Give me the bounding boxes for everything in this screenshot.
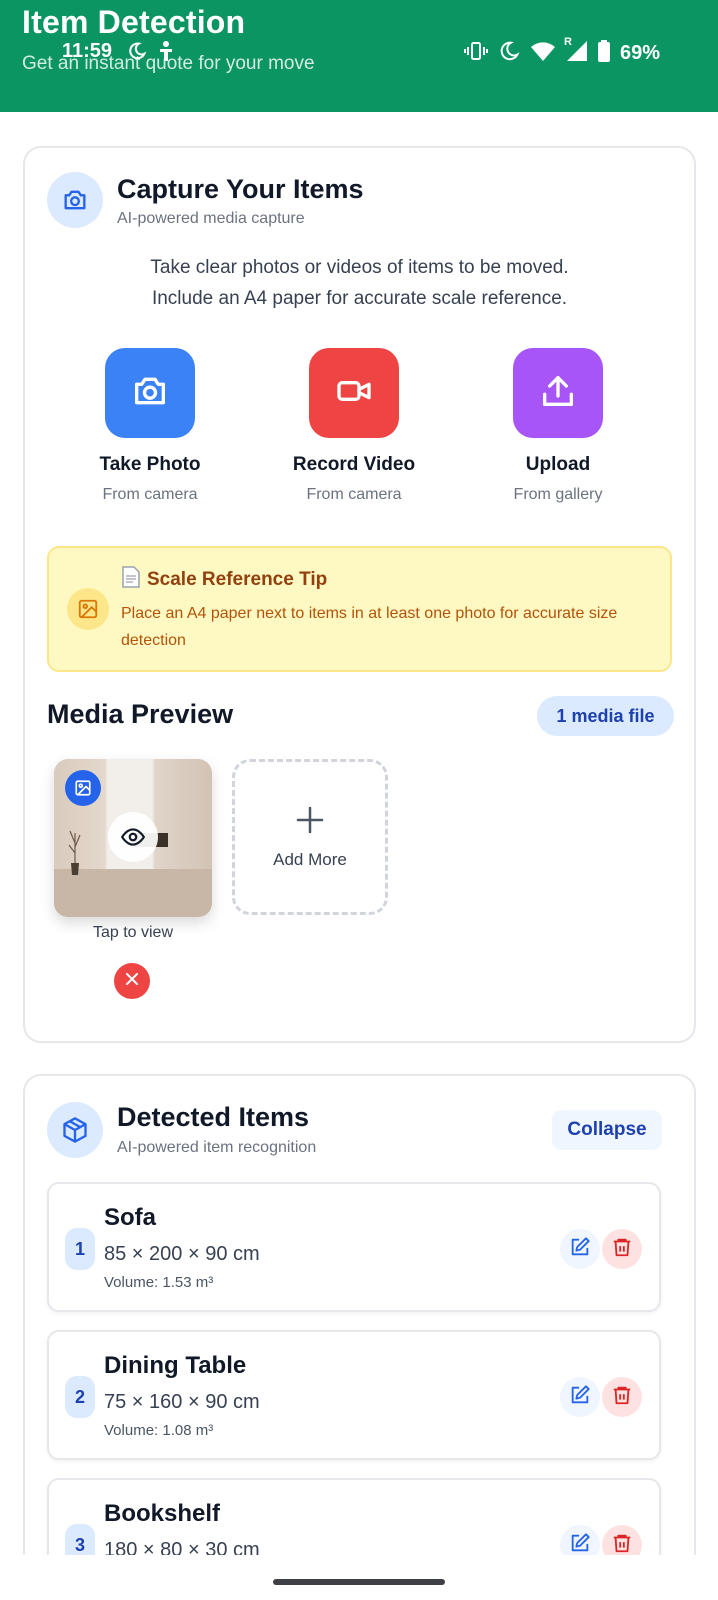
status-left-icons	[126, 40, 176, 67]
battery-percent: 69%	[619, 42, 660, 64]
image-icon	[67, 588, 109, 630]
tip-title-row: Scale Reference Tip	[121, 566, 327, 594]
delete-item-button[interactable]	[602, 1377, 642, 1417]
upload-sub: From gallery	[513, 486, 603, 503]
capture-subtitle: AI-powered media capture	[117, 210, 305, 227]
photo-type-icon	[65, 770, 101, 806]
item-name: Dining Table	[104, 1352, 247, 1379]
roaming-label: R	[563, 36, 572, 48]
item-volume: Volume: 1.08 m³	[104, 1422, 214, 1439]
capture-intro-line1: Take clear photos or videos of items to …	[150, 257, 569, 278]
capture-intro-line2: Include an A4 paper for accurate scale r…	[151, 288, 568, 309]
edit-icon	[569, 1384, 591, 1411]
record-video-action[interactable]: Record Video From camera	[274, 348, 434, 504]
trash-icon	[611, 1236, 633, 1263]
take-photo-action[interactable]: Take Photo From camera	[70, 348, 230, 504]
thumbnail-plant	[68, 830, 81, 875]
home-indicator[interactable]	[273, 1579, 445, 1585]
video-icon	[334, 371, 374, 416]
item-dimensions: 75 × 160 × 90 cm	[104, 1391, 260, 1413]
item-name: Sofa	[104, 1204, 157, 1231]
close-icon	[125, 972, 139, 991]
item-number: 1	[65, 1228, 95, 1270]
camera-icon	[130, 371, 170, 416]
tap-to-view-label: Tap to view	[92, 924, 174, 941]
add-more-button[interactable]: Add More	[232, 759, 388, 915]
box-section-icon	[47, 1102, 103, 1158]
detected-item[interactable]: 1 Sofa 85 × 200 × 90 cm Volume: 1.53 m³	[47, 1182, 661, 1312]
capture-card: Capture Your Items AI-powered media capt…	[23, 146, 696, 1043]
wifi-icon	[530, 40, 556, 67]
scale-tip: Scale Reference Tip Place an A4 paper ne…	[47, 546, 672, 672]
status-right: R 69%	[463, 36, 660, 67]
view-eye-icon[interactable]	[108, 812, 158, 862]
detected-items-card: Detected Items AI-powered item recogniti…	[23, 1074, 696, 1600]
status-time: 11:59	[62, 40, 113, 62]
remove-media-button[interactable]	[114, 963, 150, 999]
edit-icon	[569, 1236, 591, 1263]
upload-icon	[538, 371, 578, 416]
take-photo-sub: From camera	[102, 486, 198, 503]
page-title: Item Detection	[22, 4, 246, 40]
delete-item-button[interactable]	[602, 1229, 642, 1269]
record-video-sub: From camera	[306, 486, 402, 503]
item-volume: Volume: 1.53 m³	[104, 1274, 214, 1291]
take-photo-label: Take Photo	[99, 454, 201, 475]
upload-action[interactable]: Upload From gallery	[478, 348, 638, 504]
edit-item-button[interactable]	[560, 1229, 600, 1269]
do-not-disturb-icon	[498, 40, 520, 67]
tip-text: Place an A4 paper next to items in at le…	[121, 605, 618, 649]
add-more-label: Add More	[273, 849, 347, 869]
app-header: Item Detection Get an instant quote for …	[0, 0, 718, 112]
media-preview-title: Media Preview	[47, 699, 234, 729]
item-name: Bookshelf	[104, 1500, 221, 1527]
detected-item[interactable]: 2 Dining Table 75 × 160 × 90 cm Volume: …	[47, 1330, 661, 1460]
document-icon	[121, 566, 141, 594]
plus-icon	[295, 805, 325, 840]
media-thumbnail[interactable]	[54, 759, 212, 917]
detected-title: Detected Items	[117, 1102, 310, 1132]
trash-icon	[611, 1384, 633, 1411]
tip-title: Scale Reference Tip	[147, 569, 328, 590]
edit-item-button[interactable]	[560, 1377, 600, 1417]
capture-title: Capture Your Items	[117, 174, 364, 204]
accessibility-icon	[156, 40, 176, 67]
upload-label: Upload	[525, 454, 591, 475]
collapse-button[interactable]: Collapse	[552, 1110, 662, 1150]
take-photo-button[interactable]	[105, 348, 195, 438]
item-dimensions: 85 × 200 × 90 cm	[104, 1243, 260, 1265]
upload-button[interactable]	[513, 348, 603, 438]
item-number: 2	[65, 1376, 95, 1418]
moon-sync-icon	[126, 40, 148, 67]
camera-section-icon	[47, 172, 103, 228]
record-video-button[interactable]	[309, 348, 399, 438]
detected-subtitle: AI-powered item recognition	[117, 1139, 317, 1156]
signal-roaming-icon: R	[564, 36, 588, 67]
vibrate-icon	[463, 40, 488, 67]
record-video-label: Record Video	[292, 454, 416, 475]
media-count-badge: 1 media file	[537, 696, 674, 736]
battery-icon	[597, 40, 610, 67]
system-nav-bar	[0, 1555, 718, 1600]
